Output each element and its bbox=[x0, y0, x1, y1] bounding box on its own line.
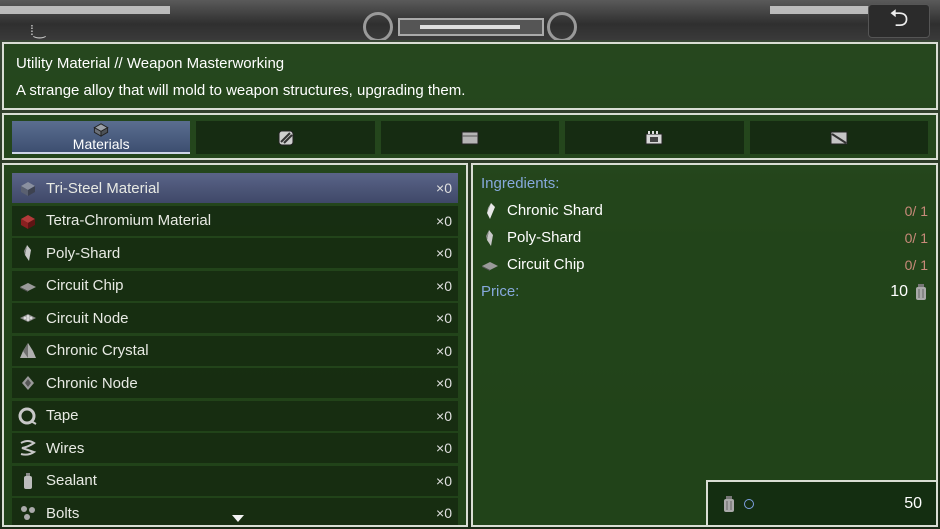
item-count: ×0 bbox=[436, 245, 452, 261]
list-item-circuit-chip[interactable]: Circuit Chip ×0 bbox=[12, 270, 458, 301]
ingredient-quantity: 0/ 1 bbox=[904, 256, 928, 273]
currency-canister-icon bbox=[916, 283, 926, 300]
ingredient-quantity: 0/ 1 bbox=[904, 202, 928, 219]
list-item-chronic-node[interactable]: Chronic Node ×0 bbox=[12, 368, 458, 398]
ingredient-row: Poly-Shard 0/ 1 bbox=[481, 224, 928, 251]
sealant-icon bbox=[24, 472, 32, 489]
scroll-down-arrow-icon[interactable] bbox=[232, 515, 244, 522]
list-item-tape[interactable]: Tape ×0 bbox=[12, 400, 458, 431]
item-name: Wires bbox=[46, 439, 85, 457]
background-ring bbox=[547, 12, 577, 40]
list-item-tetra-chromium[interactable]: Tetra-Chromium Material ×0 bbox=[12, 205, 458, 236]
currency-canister-icon bbox=[724, 495, 734, 512]
item-count: ×0 bbox=[436, 375, 452, 391]
list-item-circuit-node[interactable]: Circuit Node ×0 bbox=[12, 303, 458, 333]
tab-boxes[interactable] bbox=[380, 121, 560, 154]
item-name: Circuit Node bbox=[46, 309, 129, 327]
item-count: ×0 bbox=[436, 180, 452, 196]
item-category-title: Utility Material // Weapon Masterworking bbox=[16, 55, 285, 72]
chronic-shard-icon bbox=[487, 202, 495, 219]
item-name: Tetra-Chromium Material bbox=[46, 212, 212, 229]
background-slot bbox=[398, 18, 544, 36]
materials-list: Tri-Steel Material ×0 Tetra-Chromium Mat… bbox=[2, 163, 468, 527]
item-name: Poly-Shard bbox=[46, 244, 121, 262]
background-bar bbox=[770, 6, 870, 14]
item-description-text: A strange alloy that will mold to weapon… bbox=[16, 82, 466, 99]
item-name: Circuit Chip bbox=[46, 277, 124, 294]
return-arrow-icon: ⮌ bbox=[889, 4, 909, 32]
ingredients-label: Ingredients: bbox=[481, 175, 560, 192]
background-ring bbox=[363, 12, 393, 40]
item-name: Chronic Node bbox=[46, 374, 138, 392]
currency-indicator-icon bbox=[744, 498, 754, 509]
tab-circuits[interactable] bbox=[565, 121, 744, 154]
category-tab-bar: Materials bbox=[2, 113, 938, 160]
item-name: Sealant bbox=[46, 472, 97, 489]
item-count: ×0 bbox=[436, 277, 452, 294]
list-item-wires[interactable]: Wires ×0 bbox=[12, 433, 458, 463]
currency-wallet: 50 bbox=[706, 480, 938, 527]
list-item-poly-shard[interactable]: Poly-Shard ×0 bbox=[12, 238, 458, 268]
box-icon bbox=[461, 131, 479, 144]
fuel-tank-icon bbox=[278, 130, 294, 145]
chronic-crystal-icon bbox=[20, 342, 36, 358]
back-button[interactable]: ⮌ bbox=[868, 4, 930, 38]
item-count: ×0 bbox=[436, 472, 452, 489]
plate-icon bbox=[830, 131, 848, 144]
tape-icon bbox=[18, 407, 37, 425]
item-count: ×0 bbox=[436, 440, 452, 456]
item-count: ×0 bbox=[436, 212, 452, 229]
recipe-detail-panel: Ingredients: Chronic Shard 0/ 1 Poly-Sha… bbox=[471, 163, 938, 527]
price-value: 10 bbox=[890, 282, 908, 300]
background-glyph: ⁞‿ bbox=[30, 22, 46, 38]
tetra-chromium-icon bbox=[21, 214, 35, 229]
ingredient-row: Circuit Chip 0/ 1 bbox=[481, 251, 928, 278]
item-description-panel: Utility Material // Weapon Masterworking… bbox=[2, 42, 938, 110]
wires-icon bbox=[20, 440, 37, 456]
tab-plates[interactable] bbox=[749, 121, 929, 154]
price-row: Price: 10 bbox=[481, 278, 928, 305]
circuit-chip-icon bbox=[20, 282, 36, 292]
list-item-chronic-crystal[interactable]: Chronic Crystal ×0 bbox=[12, 335, 458, 366]
item-name: Tri-Steel Material bbox=[46, 179, 160, 197]
item-name: Tape bbox=[46, 407, 79, 424]
ingredient-name: Chronic Shard bbox=[507, 202, 603, 219]
currency-amount: 50 bbox=[904, 494, 922, 512]
ingredient-name: Poly-Shard bbox=[507, 229, 582, 246]
ingredient-row: Chronic Shard 0/ 1 bbox=[481, 197, 928, 224]
item-count: ×0 bbox=[436, 310, 452, 326]
tab-materials-label: Materials bbox=[72, 136, 130, 152]
tri-steel-icon bbox=[21, 182, 35, 196]
ingredient-name: Circuit Chip bbox=[507, 256, 585, 273]
background-top-strip: ⁞‿ ⮌ bbox=[0, 0, 940, 40]
tab-fuel[interactable] bbox=[196, 121, 375, 154]
list-item-tri-steel[interactable]: Tri-Steel Material ×0 bbox=[12, 173, 458, 203]
list-item-sealant[interactable]: Sealant ×0 bbox=[12, 465, 458, 496]
price-label: Price: bbox=[481, 283, 520, 300]
item-count: ×0 bbox=[436, 407, 452, 424]
poly-shard-icon bbox=[486, 229, 493, 246]
chronic-node-icon bbox=[22, 376, 34, 390]
item-name: Chronic Crystal bbox=[46, 342, 149, 359]
item-count: ×0 bbox=[436, 342, 452, 359]
bolts-icon bbox=[21, 506, 35, 520]
list-item-bolts[interactable]: Bolts ×0 bbox=[12, 498, 458, 525]
item-count: ×0 bbox=[436, 505, 452, 521]
tab-materials[interactable]: Materials bbox=[12, 121, 191, 154]
circuit-node-icon bbox=[20, 314, 36, 322]
ingredient-quantity: 0/ 1 bbox=[904, 229, 928, 246]
background-bar bbox=[0, 6, 170, 14]
circuit-icon bbox=[645, 130, 663, 144]
poly-shard-icon bbox=[24, 245, 31, 261]
circuit-chip-icon bbox=[482, 261, 498, 271]
